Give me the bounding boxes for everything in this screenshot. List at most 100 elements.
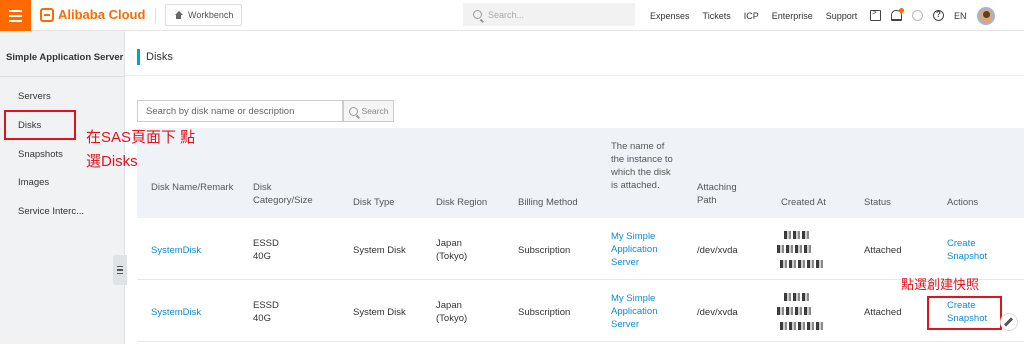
redacted-date: [777, 307, 811, 315]
header-disk-category: Disk Category/Size: [253, 182, 313, 206]
header-status: Status: [864, 197, 891, 208]
header-disk-region: Disk Region: [436, 197, 488, 208]
nav-enterprise[interactable]: Enterprise: [772, 11, 813, 21]
search-button[interactable]: Search: [343, 100, 394, 122]
terminal-icon[interactable]: [870, 8, 881, 21]
disk-size-value: 40G: [253, 251, 271, 262]
disks-table: Disk Name/Remark Disk Category/Size Disk…: [137, 128, 1024, 344]
title-accent-bar: [137, 49, 140, 65]
page-title: Disks: [146, 51, 173, 63]
alibaba-logo-icon: [40, 7, 54, 22]
instance-line2: Application: [611, 244, 658, 255]
search-icon: [473, 10, 482, 19]
notification-dot: [899, 8, 904, 13]
disk-search-input[interactable]: Search by disk name or description: [137, 100, 343, 122]
divider: [125, 75, 1024, 76]
bell-icon[interactable]: [891, 8, 904, 21]
brand-logo[interactable]: Alibaba Cloud: [40, 7, 145, 22]
highlight-create-snapshot-box: [927, 296, 1002, 330]
annotation-line1: 在SAS頁面下 點: [86, 129, 196, 146]
workbench-button[interactable]: Workbench: [165, 4, 243, 26]
instance-link[interactable]: My Simple Application Server: [611, 292, 657, 331]
sidebar-item-images[interactable]: Images: [18, 177, 49, 188]
disk-region: Japan (Tokyo): [436, 299, 467, 325]
sidebar-item-service-interconnect[interactable]: Service Interc...: [18, 206, 84, 217]
action-annotation: 點選創建快照: [901, 277, 980, 292]
collapse-sidebar-icon[interactable]: [113, 255, 127, 285]
attaching-path: /dev/xvda: [697, 245, 738, 256]
global-search-input[interactable]: Search...: [463, 3, 635, 26]
global-search-placeholder: Search...: [488, 9, 525, 20]
region-line1: Japan: [436, 238, 462, 249]
disk-category-value: ESSD: [253, 300, 279, 311]
nav-expenses[interactable]: Expenses: [650, 11, 690, 21]
instance-line1: My Simple: [611, 293, 656, 304]
header-actions: Actions: [947, 197, 979, 208]
status-value: Attached: [864, 307, 902, 318]
home-icon: [174, 10, 183, 20]
header-created-at: Created At: [781, 197, 826, 208]
disk-type: System Disk: [353, 307, 406, 318]
instance-line3: Server: [611, 257, 639, 268]
create-snapshot-link[interactable]: Create Snapshot: [947, 237, 987, 263]
redacted-date: [784, 293, 810, 301]
header-disk-type: Disk Type: [353, 197, 395, 208]
header-disk-name: Disk Name/Remark: [151, 182, 234, 193]
header-billing-method: Billing Method: [518, 197, 578, 208]
avatar[interactable]: [976, 6, 995, 25]
redacted-date: [780, 322, 824, 330]
disk-region: Japan (Tokyo): [436, 237, 467, 263]
header-attaching-path: Attaching Path: [697, 182, 737, 206]
disk-category: ESSD 40G: [253, 299, 279, 325]
instance-line3: Server: [611, 319, 639, 330]
nav-support[interactable]: Support: [826, 11, 858, 21]
divider: [0, 76, 125, 77]
region-line1: Japan: [436, 300, 462, 311]
redacted-date: [777, 245, 811, 253]
instance-line2: Application: [611, 306, 658, 317]
disk-type: System Disk: [353, 245, 406, 256]
redacted-date: [780, 260, 824, 268]
billing-method: Subscription: [518, 307, 571, 318]
annotation-line2: 選Disks: [86, 153, 138, 170]
help-icon[interactable]: ?: [933, 10, 944, 21]
top-nav-links: Expenses Tickets ICP Enterprise Support: [650, 0, 857, 31]
sidebar-item-servers[interactable]: Servers: [18, 91, 51, 102]
redacted-date: [784, 231, 810, 239]
disk-category-value: ESSD: [253, 238, 279, 249]
top-bar: Alibaba Cloud Workbench Search... Expens…: [0, 0, 1024, 31]
region-line2: (Tokyo): [436, 313, 468, 324]
search-button-label: Search: [361, 106, 389, 116]
sidebar-item-snapshots[interactable]: Snapshots: [18, 149, 63, 160]
table-row: SystemDisk ESSD 40G System Disk Japan (T…: [137, 280, 1024, 342]
top-icons: ? EN: [870, 0, 995, 31]
page-header: Disks: [137, 49, 173, 65]
table-header: Disk Name/Remark Disk Category/Size Disk…: [137, 128, 1024, 218]
instance-link[interactable]: My Simple Application Server: [611, 230, 657, 269]
action-line1: Create: [947, 238, 976, 249]
disk-name-link[interactable]: SystemDisk: [151, 244, 201, 257]
edit-icon[interactable]: [1000, 313, 1018, 331]
search-icon: [348, 106, 358, 116]
table-row: SystemDisk ESSD 40G System Disk Japan (T…: [137, 218, 1024, 280]
nav-icp[interactable]: ICP: [744, 11, 759, 21]
highlight-disks-box: [4, 110, 76, 140]
disk-category: ESSD 40G: [253, 237, 279, 263]
lightbulb-icon[interactable]: [912, 10, 923, 21]
nav-tickets[interactable]: Tickets: [703, 11, 731, 21]
header-instance-name: The name of the instance to which the di…: [611, 141, 673, 191]
sidebar-title: Simple Application Server: [6, 52, 124, 63]
divider: [155, 8, 156, 23]
menu-icon[interactable]: [0, 0, 31, 31]
language-switch[interactable]: EN: [954, 11, 967, 21]
disk-name-link[interactable]: SystemDisk: [151, 306, 201, 319]
instance-line1: My Simple: [611, 231, 656, 242]
workbench-label: Workbench: [188, 10, 234, 20]
action-line2: Snapshot: [947, 251, 988, 262]
attaching-path: /dev/xvda: [697, 307, 738, 318]
status-value: Attached: [864, 245, 902, 256]
region-line2: (Tokyo): [436, 251, 468, 262]
billing-method: Subscription: [518, 245, 571, 256]
sidebar-annotation: 在SAS頁面下 點 選Disks: [86, 126, 195, 174]
sidebar: Simple Application Server Servers Disks …: [0, 31, 127, 344]
